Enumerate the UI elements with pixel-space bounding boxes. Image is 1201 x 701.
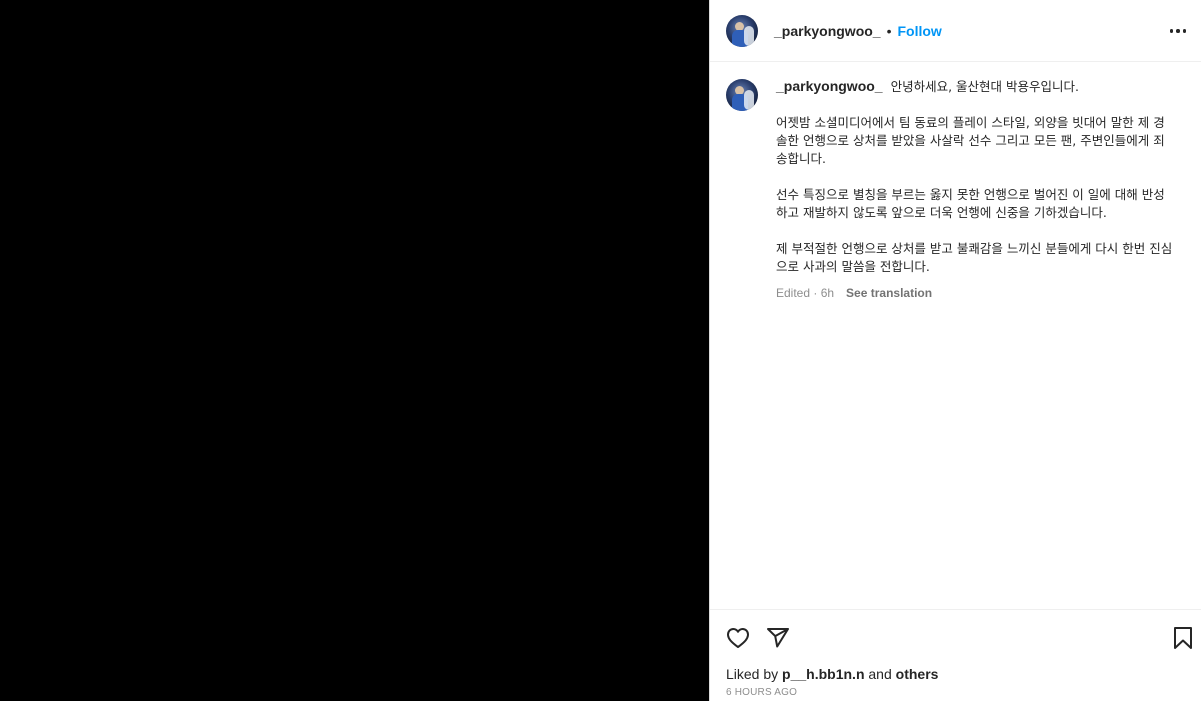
likes-prefix: Liked by <box>726 666 779 682</box>
post-timestamp[interactable]: 6 HOURS AGO <box>726 687 797 698</box>
liked-by-user[interactable]: p__h.bb1n.n <box>782 666 864 682</box>
separator-dot: • <box>886 22 892 39</box>
caption: _parkyongwoo_ 안녕하세요, 울산현대 박용우입니다. 어젯밤 소셜… <box>726 77 1186 302</box>
action-bar: Liked by p__h.bb1n.n and others 6 HOURS … <box>710 609 1201 701</box>
edited-time: Edited · 6h <box>776 286 835 300</box>
author-username[interactable]: _parkyongwoo_ <box>774 23 881 39</box>
caption-body: _parkyongwoo_ 안녕하세요, 울산현대 박용우입니다. 어젯밤 소셜… <box>776 77 1176 302</box>
caption-meta: Edited · 6h See translation <box>776 284 1176 302</box>
paper-plane-icon[interactable] <box>766 626 790 655</box>
caption-greeting: 안녕하세요, 울산현대 박용우입니다. <box>890 79 1079 94</box>
caption-paragraph: 제 부적절한 언행으로 상처를 받고 불쾌감을 느끼신 분들에게 다시 한번 진… <box>776 241 1173 274</box>
likes-others-link[interactable]: others <box>896 666 939 682</box>
likes-summary: Liked by p__h.bb1n.n and others <box>726 666 938 682</box>
bookmark-icon[interactable] <box>1172 626 1194 655</box>
caption-first-line: _parkyongwoo_ 안녕하세요, 울산현대 박용우입니다. <box>776 77 1176 96</box>
author-avatar[interactable] <box>726 14 758 47</box>
comments-section: _parkyongwoo_ 안녕하세요, 울산현대 박용우입니다. 어젯밤 소셜… <box>710 63 1201 609</box>
likes-and: and <box>868 666 892 682</box>
caption-username[interactable]: _parkyongwoo_ <box>776 78 883 94</box>
post-header: _parkyongwoo_ • Follow <box>710 0 1201 62</box>
caption-paragraph: 선수 특징으로 별칭을 부르는 옳지 못한 언행으로 벌어진 이 일에 대해 반… <box>776 187 1165 220</box>
post-side-panel: _parkyongwoo_ • Follow _parkyongwoo_ 안녕하… <box>709 0 1201 701</box>
see-translation-link[interactable]: See translation <box>846 284 932 302</box>
more-options-icon[interactable] <box>1166 21 1190 41</box>
caption-paragraph: 어젯밤 소셜미디어에서 팀 동료의 플레이 스타일, 외양을 빗대어 말한 제 … <box>776 115 1165 166</box>
post-media[interactable] <box>0 0 709 701</box>
heart-icon[interactable] <box>726 626 750 655</box>
follow-button[interactable]: Follow <box>898 23 942 39</box>
caption-avatar[interactable] <box>726 79 758 111</box>
